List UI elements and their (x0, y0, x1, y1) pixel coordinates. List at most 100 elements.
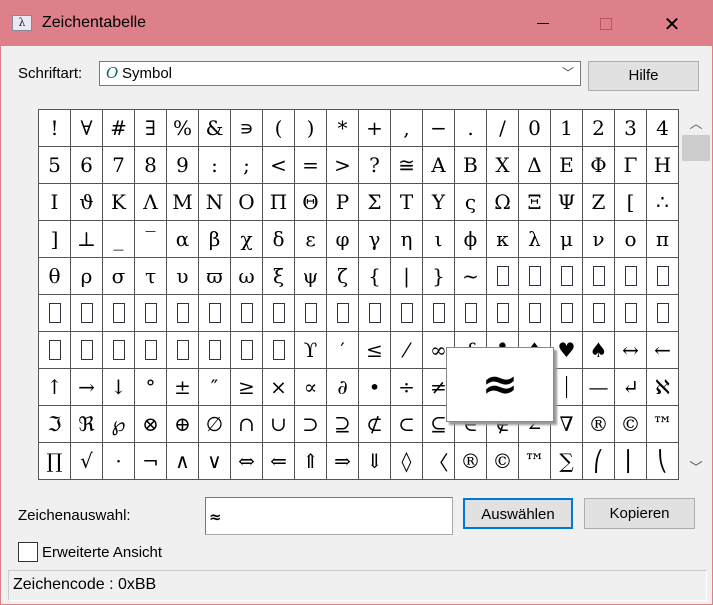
character-cell[interactable]: 0 (519, 110, 551, 147)
character-cell[interactable] (167, 295, 199, 332)
character-cell[interactable]: ⇑ (295, 443, 327, 480)
character-cell[interactable]: ↓ (103, 369, 135, 406)
character-cell[interactable] (231, 332, 263, 369)
character-cell[interactable] (103, 295, 135, 332)
character-cell[interactable]: : (199, 147, 231, 184)
character-cell[interactable]: ϕ (455, 221, 487, 258)
character-cell[interactable]: • (359, 369, 391, 406)
character-cell[interactable]: ω (231, 258, 263, 295)
character-cell[interactable]: π (647, 221, 679, 258)
character-cell[interactable]: ? (359, 147, 391, 184)
character-cell[interactable]: Σ (359, 184, 391, 221)
character-cell[interactable]: ÷ (391, 369, 423, 406)
character-cell[interactable]: υ (167, 258, 199, 295)
character-cell[interactable]: ∂ (327, 369, 359, 406)
character-cell[interactable]: ι (423, 221, 455, 258)
character-cell[interactable]: → (71, 369, 103, 406)
character-cell[interactable]: _ (103, 221, 135, 258)
character-cell[interactable]: . (455, 110, 487, 147)
character-cell[interactable]: ⁄ (391, 332, 423, 369)
character-cell[interactable]: # (103, 110, 135, 147)
character-cell[interactable]: ™ (647, 406, 679, 443)
character-cell[interactable] (487, 258, 519, 295)
character-cell[interactable]: 1 (551, 110, 583, 147)
character-cell[interactable]: 4 (647, 110, 679, 147)
character-cell[interactable] (71, 295, 103, 332)
scroll-up-icon[interactable]: ︿ (680, 113, 712, 132)
character-cell[interactable]: ↵ (615, 369, 647, 406)
character-cell[interactable]: ← (647, 332, 679, 369)
character-cell[interactable] (615, 258, 647, 295)
character-cell[interactable]: ψ (295, 258, 327, 295)
character-cell[interactable]: Ψ (551, 184, 583, 221)
character-cell[interactable]: Ξ (519, 184, 551, 221)
character-cell[interactable]: , (391, 110, 423, 147)
character-cell[interactable]: λ (519, 221, 551, 258)
character-cell[interactable]: ς (455, 184, 487, 221)
character-cell[interactable]: ± (167, 369, 199, 406)
character-cell[interactable]: Μ (167, 184, 199, 221)
character-cell[interactable]: ϒ (295, 332, 327, 369)
character-cell[interactable]: % (167, 110, 199, 147)
character-cell[interactable]: ϑ (71, 184, 103, 221)
character-cell[interactable]: ® (455, 443, 487, 480)
character-cell[interactable]: Ω (487, 184, 519, 221)
character-cell[interactable]: / (487, 110, 519, 147)
character-cell[interactable]: ≥ (231, 369, 263, 406)
character-cell[interactable]: ) (295, 110, 327, 147)
character-cell[interactable]: ⊕ (167, 406, 199, 443)
character-cell[interactable]: θ (39, 258, 71, 295)
character-cell[interactable] (263, 332, 295, 369)
character-cell[interactable]: Φ (583, 147, 615, 184)
character-cell[interactable]: × (263, 369, 295, 406)
character-cell[interactable]: ↔ (615, 332, 647, 369)
close-button[interactable]: ✕ (649, 1, 695, 46)
character-cell[interactable]: ⇔ (231, 443, 263, 480)
character-cell[interactable]: } (423, 258, 455, 295)
character-cell[interactable] (551, 258, 583, 295)
character-cell[interactable] (135, 295, 167, 332)
character-cell[interactable] (551, 295, 583, 332)
character-cell[interactable]: { (359, 258, 391, 295)
character-cell[interactable]: χ (231, 221, 263, 258)
character-cell[interactable]: ∃ (135, 110, 167, 147)
character-cell[interactable] (71, 332, 103, 369)
character-cell[interactable]: ν (583, 221, 615, 258)
character-cell[interactable]: ξ (263, 258, 295, 295)
character-cell[interactable]: ε (295, 221, 327, 258)
character-cell[interactable]: ∝ (295, 369, 327, 406)
character-cell[interactable]: Κ (103, 184, 135, 221)
character-cell[interactable] (295, 295, 327, 332)
character-cell[interactable]: · (103, 443, 135, 480)
character-cell[interactable]: ⎜ (615, 443, 647, 480)
character-cell[interactable] (39, 332, 71, 369)
character-cell[interactable]: κ (487, 221, 519, 258)
vertical-scrollbar[interactable]: ︿ ﹀ (680, 109, 712, 480)
character-cell[interactable] (39, 295, 71, 332)
character-cell[interactable]: ⎝ (647, 443, 679, 480)
character-cell[interactable]: Δ (519, 147, 551, 184)
character-cell[interactable] (391, 295, 423, 332)
character-cell[interactable]: 2 (583, 110, 615, 147)
character-cell[interactable] (103, 332, 135, 369)
character-cell[interactable]: ⊇ (327, 406, 359, 443)
character-cell[interactable]: | (391, 258, 423, 295)
character-cell[interactable]: ρ (71, 258, 103, 295)
character-cell[interactable]: ⊂ (391, 406, 423, 443)
character-cell[interactable]: ⇐ (263, 443, 295, 480)
copy-button[interactable]: Kopieren (584, 498, 695, 529)
scrollbar-thumb[interactable] (682, 135, 710, 161)
character-cell[interactable]: Γ (615, 147, 647, 184)
character-cell[interactable]: Υ (423, 184, 455, 221)
character-cell[interactable]: ∀ (71, 110, 103, 147)
character-cell[interactable]: ‾ (135, 221, 167, 258)
character-cell[interactable]: ϖ (199, 258, 231, 295)
character-cell[interactable]: ⊥ (71, 221, 103, 258)
character-cell[interactable]: [ (615, 184, 647, 221)
character-cell[interactable]: ∧ (167, 443, 199, 480)
character-cell[interactable]: Π (263, 184, 295, 221)
character-cell[interactable]: Ο (231, 184, 263, 221)
character-cell[interactable]: © (615, 406, 647, 443)
character-cell[interactable]: ♥ (551, 332, 583, 369)
character-cell[interactable] (167, 332, 199, 369)
